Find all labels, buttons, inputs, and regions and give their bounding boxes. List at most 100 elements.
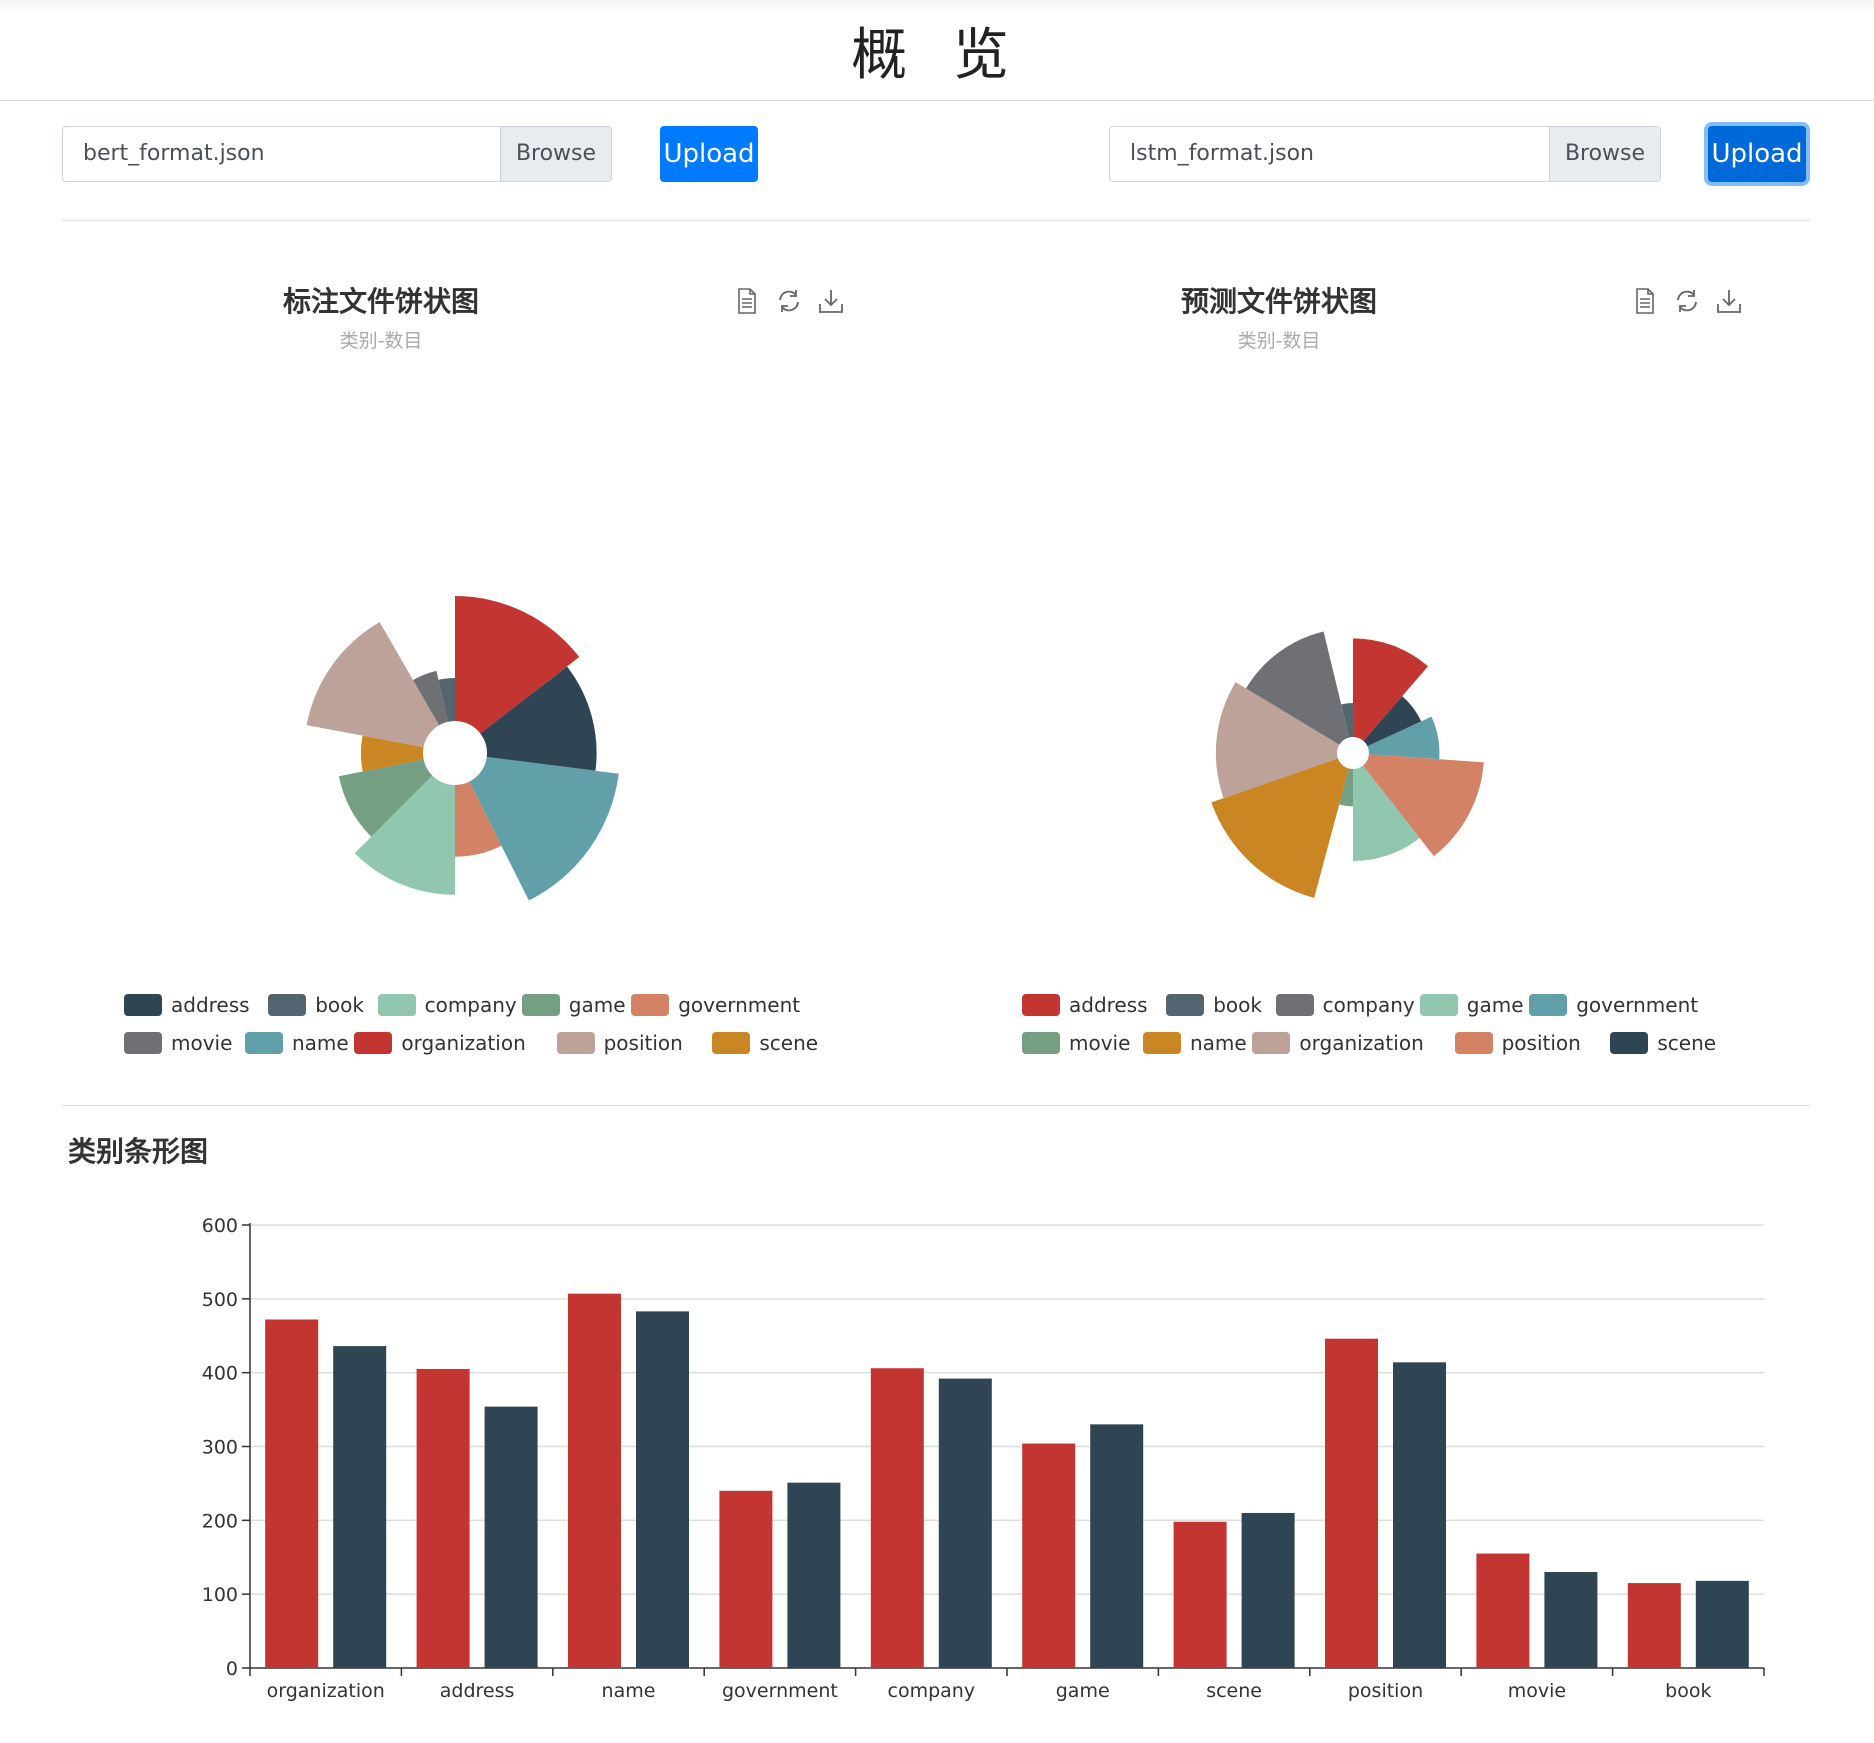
legend-label: address xyxy=(1069,993,1148,1017)
legend-item-government[interactable]: government xyxy=(1529,992,1698,1018)
bar-book-1[interactable] xyxy=(1695,1580,1749,1668)
pie-panel-right: 预测文件饼状图 类别-数目 address book company game gove… xyxy=(960,230,1858,1080)
legend-item-scene[interactable]: scene xyxy=(1610,1030,1716,1056)
bar-address-1[interactable] xyxy=(484,1406,538,1668)
bar-book-0[interactable] xyxy=(1627,1583,1681,1668)
bar-government-1[interactable] xyxy=(787,1482,841,1668)
bar-name-1[interactable] xyxy=(636,1311,689,1668)
pie-chart xyxy=(306,596,619,901)
legend-item-government[interactable]: government xyxy=(631,992,800,1018)
y-tick-label: 400 xyxy=(202,1363,238,1385)
legend-swatch xyxy=(1419,993,1458,1016)
upload-button-right[interactable]: Upload xyxy=(1708,126,1806,182)
x-tick-label: movie xyxy=(1508,1680,1566,1702)
legend-item-organization[interactable]: organization xyxy=(354,1030,526,1056)
legend-item-name[interactable]: name xyxy=(1143,1030,1247,1056)
legend-label: name xyxy=(292,1031,349,1055)
legend-label: scene xyxy=(1657,1031,1717,1055)
bar-company-0[interactable] xyxy=(870,1368,924,1668)
legend-swatch xyxy=(1252,1031,1291,1054)
y-tick-label: 100 xyxy=(202,1584,238,1606)
pie-title: 预测文件饼状图 xyxy=(1180,285,1377,318)
legend-swatch xyxy=(1022,993,1060,1016)
legend-label: book xyxy=(1213,993,1262,1017)
bar-company-1[interactable] xyxy=(938,1378,992,1668)
legend-label: scene xyxy=(759,1031,819,1055)
legend-item-address[interactable]: address xyxy=(1022,992,1148,1018)
x-tick-label: company xyxy=(888,1680,976,1702)
legend-item-book[interactable]: book xyxy=(268,992,364,1018)
legend-label: company xyxy=(1322,993,1415,1017)
legend-label: organization xyxy=(1299,1031,1424,1055)
bar-section-title: 类别条形图 xyxy=(68,1135,209,1168)
legend-swatch xyxy=(1610,1031,1649,1054)
legend-swatch xyxy=(268,993,307,1016)
save-image-icon[interactable] xyxy=(1714,286,1744,316)
legend-swatch xyxy=(1275,993,1314,1016)
legend-label: game xyxy=(1466,993,1524,1017)
legend-item-game[interactable]: game xyxy=(1419,992,1524,1018)
restore-icon[interactable] xyxy=(774,286,804,316)
bar-organization-1[interactable] xyxy=(333,1346,387,1668)
restore-icon[interactable] xyxy=(1672,286,1702,316)
legend-swatch xyxy=(1143,1031,1181,1054)
legend-item-position[interactable]: position xyxy=(556,1030,683,1056)
legend-swatch xyxy=(124,1031,162,1054)
bar-scene-0[interactable] xyxy=(1173,1521,1227,1668)
legend-swatch xyxy=(521,993,560,1016)
legend-label: position xyxy=(1501,1031,1581,1055)
legend-label: organization xyxy=(401,1031,526,1055)
file-input-right[interactable]: lstm_format.json Browse xyxy=(1109,126,1661,182)
legend-swatch xyxy=(245,1031,283,1054)
bar-government-0[interactable] xyxy=(719,1490,773,1668)
y-tick-label: 500 xyxy=(202,1289,238,1311)
divider xyxy=(62,220,1810,221)
x-tick-label: book xyxy=(1665,1680,1711,1702)
page-title: 概 览 xyxy=(851,23,1023,88)
bar-position-0[interactable] xyxy=(1325,1338,1378,1668)
x-tick-label: position xyxy=(1348,1680,1423,1702)
pie-title: 标注文件饼状图 xyxy=(282,285,479,318)
bar-scene-1[interactable] xyxy=(1241,1512,1295,1668)
legend-item-book[interactable]: book xyxy=(1166,992,1262,1018)
x-tick-label: address xyxy=(440,1680,515,1702)
x-tick-label: organization xyxy=(267,1680,385,1702)
legend-label: movie xyxy=(171,1031,233,1055)
legend-item-company[interactable]: company xyxy=(377,992,517,1018)
legend-label: address xyxy=(171,993,250,1017)
x-tick-label: game xyxy=(1056,1680,1110,1702)
legend-item-position[interactable]: position xyxy=(1454,1030,1581,1056)
legend-item-scene[interactable]: scene xyxy=(712,1030,818,1056)
legend-swatch xyxy=(1022,1031,1060,1054)
pie-chart xyxy=(1211,631,1484,898)
legend-item-name[interactable]: name xyxy=(245,1030,349,1056)
bar-name-0[interactable] xyxy=(568,1293,621,1668)
legend-label: company xyxy=(424,993,517,1017)
bar-organization-0[interactable] xyxy=(265,1319,319,1668)
legend-label: position xyxy=(603,1031,683,1055)
legend-item-movie[interactable]: movie xyxy=(1022,1030,1130,1056)
divider xyxy=(62,1105,1810,1106)
data-view-icon[interactable] xyxy=(1630,286,1660,316)
bar-movie-1[interactable] xyxy=(1544,1572,1598,1668)
legend-swatch xyxy=(1166,993,1205,1016)
x-tick-label: name xyxy=(602,1680,656,1702)
bar-position-1[interactable] xyxy=(1393,1362,1446,1668)
legend-item-organization[interactable]: organization xyxy=(1252,1030,1424,1056)
legend-label: name xyxy=(1190,1031,1247,1055)
legend-item-movie[interactable]: movie xyxy=(124,1030,232,1056)
legend-item-game[interactable]: game xyxy=(521,992,626,1018)
data-view-icon[interactable] xyxy=(732,286,762,316)
legend-label: government xyxy=(678,993,801,1017)
legend-item-company[interactable]: company xyxy=(1275,992,1415,1018)
legend-item-address[interactable]: address xyxy=(124,992,250,1018)
bar-game-0[interactable] xyxy=(1022,1443,1076,1668)
y-tick-label: 200 xyxy=(202,1510,238,1532)
x-tick-label: government xyxy=(722,1680,838,1702)
bar-address-0[interactable] xyxy=(416,1368,470,1668)
bar-game-1[interactable] xyxy=(1090,1424,1144,1668)
bar-movie-0[interactable] xyxy=(1476,1553,1530,1668)
legend-swatch xyxy=(377,993,416,1016)
browse-button[interactable]: Browse xyxy=(1549,127,1660,181)
legend-label: government xyxy=(1576,993,1699,1017)
